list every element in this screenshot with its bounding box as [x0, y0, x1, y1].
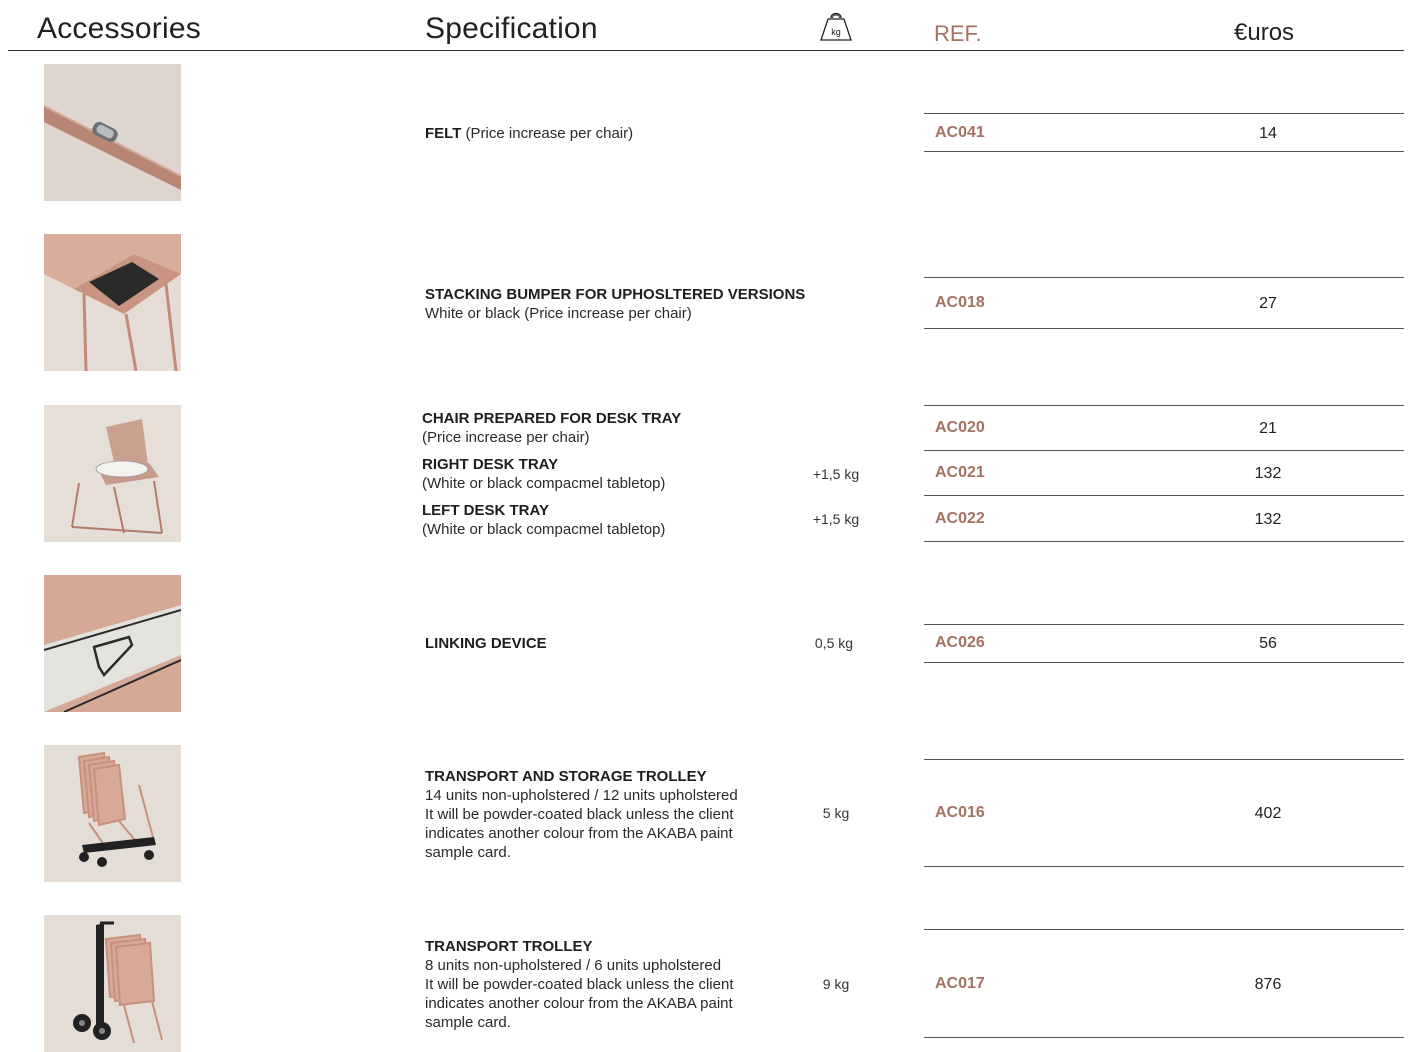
euros-heading: €uros [1234, 19, 1295, 46]
weight-right-desk-tray: +1,5 kg [812, 466, 860, 482]
row-divider [924, 450, 1404, 451]
ref-ac041: AC041 [935, 124, 985, 141]
row-divider [924, 405, 1404, 406]
linking-device-title: LINKING DEVICE [425, 635, 547, 652]
right-desk-tray-title: RIGHT DESK TRAY [422, 456, 559, 473]
accessories-heading: Accessories [37, 12, 201, 45]
right-desk-tray-desc: (White or black compacmel tabletop) [422, 475, 666, 492]
left-desk-tray-title: LEFT DESK TRAY [422, 502, 549, 519]
stacking-bumper-photo [44, 234, 181, 371]
row-divider [924, 541, 1404, 542]
felt-spec: FELT (Price increase per chair) [425, 124, 825, 143]
storage-trolley-spec: TRANSPORT AND STORAGE TROLLEY 14 units n… [425, 767, 825, 862]
weight-left-desk-tray: +1,5 kg [812, 511, 860, 527]
chair-prepared-desc: (Price increase per chair) [422, 429, 590, 446]
price-ac021: 132 [1254, 465, 1282, 482]
weight-icon-label: kg [831, 27, 841, 37]
row-divider [924, 1037, 1404, 1038]
storage-trolley-title: TRANSPORT AND STORAGE TROLLEY [425, 768, 707, 785]
row-divider [924, 277, 1404, 278]
ref-ac022: AC022 [935, 510, 985, 527]
price-ac041: 14 [1259, 125, 1277, 142]
transport-trolley-spec: TRANSPORT TROLLEY 8 units non-upholstere… [425, 937, 825, 1032]
ref-ac026: AC026 [935, 634, 985, 651]
storage-trolley-desc-line: sample card. [425, 844, 511, 861]
price-ac020: 21 [1259, 420, 1277, 437]
price-ac016: 402 [1254, 805, 1282, 822]
linking-device-spec: LINKING DEVICE [425, 634, 825, 653]
felt-glide-photo [44, 64, 181, 201]
row-divider [924, 662, 1404, 663]
specification-heading: Specification [425, 12, 598, 45]
storage-trolley-desc-line: indicates another colour from the AKABA … [425, 825, 733, 842]
ref-ac017: AC017 [935, 975, 985, 992]
stacking-bumper-desc: White or black (Price increase per chair… [425, 305, 692, 322]
felt-title: FELT [425, 125, 462, 142]
transport-trolley-desc-line: It will be powder-coated black unless th… [425, 976, 734, 993]
left-desk-tray-desc: (White or black compacmel tabletop) [422, 521, 666, 538]
felt-subtitle: (Price increase per chair) [461, 125, 634, 142]
header-divider [8, 50, 1404, 51]
weight-storage-trolley: 5 kg [822, 805, 850, 821]
chair-prepared-spec: CHAIR PREPARED FOR DESK TRAY (Price incr… [422, 409, 822, 447]
row-divider [924, 759, 1404, 760]
row-divider [924, 866, 1404, 867]
row-divider [924, 495, 1404, 496]
ref-ac020: AC020 [935, 419, 985, 436]
transport-trolley-desc-line: indicates another colour from the AKABA … [425, 995, 733, 1012]
desk-tray-chair-photo [44, 405, 181, 542]
price-ac026: 56 [1259, 635, 1277, 652]
left-desk-tray-spec: LEFT DESK TRAY (White or black compacmel… [422, 501, 822, 539]
chair-prepared-title: CHAIR PREPARED FOR DESK TRAY [422, 410, 682, 427]
ref-ac016: AC016 [935, 804, 985, 821]
right-desk-tray-spec: RIGHT DESK TRAY (White or black compacme… [422, 455, 822, 493]
ref-ac021: AC021 [935, 464, 985, 481]
transport-trolley-title: TRANSPORT TROLLEY [425, 938, 593, 955]
weight-linking-device: 0,5 kg [814, 635, 854, 651]
price-ac018: 27 [1259, 295, 1277, 312]
row-divider [924, 328, 1404, 329]
row-divider [924, 113, 1404, 114]
row-divider [924, 929, 1404, 930]
linking-device-photo [44, 575, 181, 712]
transport-trolley-desc-line: sample card. [425, 1014, 511, 1031]
price-ac022: 132 [1254, 511, 1282, 528]
stacking-bumper-title: STACKING BUMPER FOR UPHOSLTERED VERSIONS [425, 286, 806, 303]
weight-bag-icon: kg [819, 9, 853, 43]
price-ac017: 876 [1254, 976, 1282, 993]
stacking-bumper-spec: STACKING BUMPER FOR UPHOSLTERED VERSIONS… [425, 285, 825, 323]
row-divider [924, 624, 1404, 625]
storage-trolley-photo [44, 745, 181, 882]
transport-trolley-desc-line: 8 units non-upholstered / 6 units uphols… [425, 957, 722, 974]
row-divider [924, 151, 1404, 152]
ref-heading: REF. [934, 21, 982, 46]
storage-trolley-desc-line: 14 units non-upholstered / 12 units upho… [425, 787, 738, 804]
weight-transport-trolley: 9 kg [822, 976, 850, 992]
ref-ac018: AC018 [935, 294, 985, 311]
storage-trolley-desc-line: It will be powder-coated black unless th… [425, 806, 734, 823]
transport-trolley-photo [44, 915, 181, 1052]
